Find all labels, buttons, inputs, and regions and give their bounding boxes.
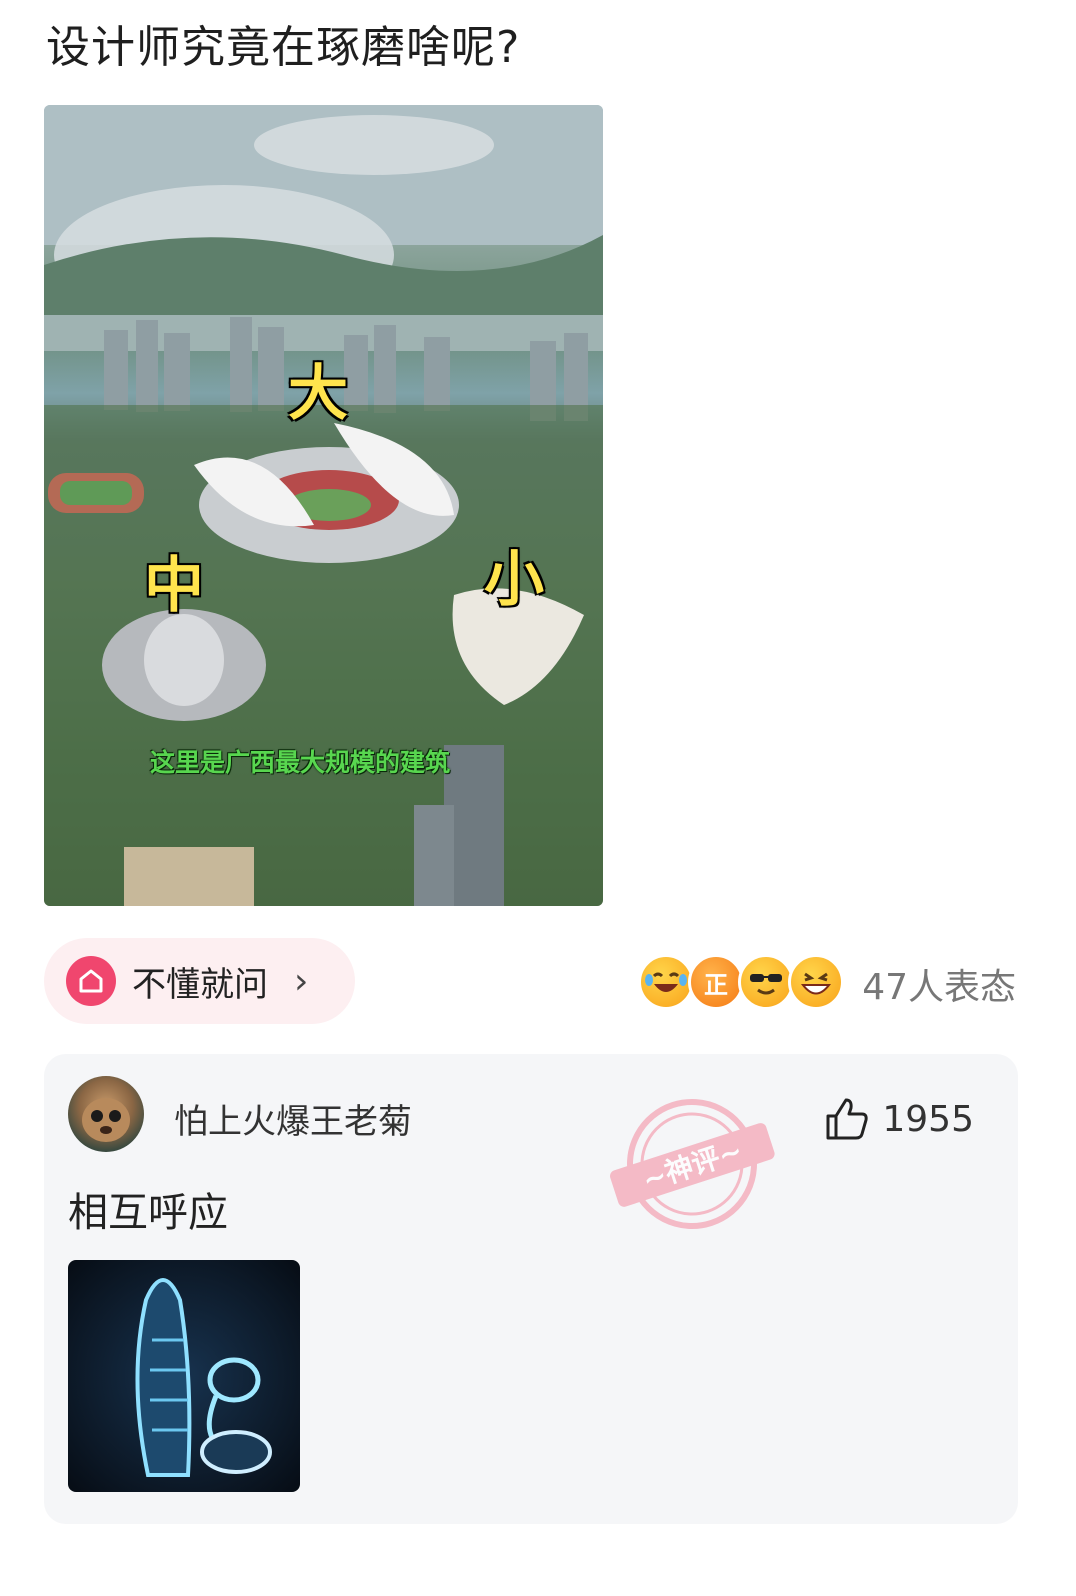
comment-text: 相互呼应 xyxy=(68,1190,228,1236)
image-caption: 这里是广西最大规模的建筑 xyxy=(150,748,451,777)
overlay-label-big: 大 xyxy=(288,359,348,429)
lit-tower-image xyxy=(135,1278,272,1477)
grinning-emoji-icon xyxy=(788,954,844,1010)
top-comment-card[interactable]: 怕上火爆王老菊 ~神评~ 1955 相互呼应 xyxy=(44,1054,1018,1524)
comment-username[interactable]: 怕上火爆王老菊 xyxy=(174,1094,412,1143)
post-image[interactable]: 大 中 小 这里是广西最大规模的建筑 xyxy=(44,105,603,906)
comment-image[interactable] xyxy=(68,1260,300,1492)
reaction-emojis[interactable]: 正 xyxy=(638,950,848,1014)
zheng-badge-text: 正 xyxy=(704,970,728,999)
thumbs-up-icon xyxy=(826,1098,869,1140)
laughing-crying-emoji-icon xyxy=(638,954,694,1010)
sunglasses-emoji-icon xyxy=(738,954,794,1010)
overlay-label-medium: 中 xyxy=(144,551,204,621)
topic-label: 不懂就问 xyxy=(132,964,268,1005)
stadium-scene xyxy=(44,105,603,906)
topic-pill[interactable]: 不懂就问 › xyxy=(44,938,355,1024)
avatar[interactable] xyxy=(68,1076,144,1152)
like-button[interactable]: 1955 xyxy=(822,1094,974,1144)
chevron-right-icon: › xyxy=(294,960,309,1002)
zheng-badge-emoji-icon: 正 xyxy=(688,954,744,1010)
reaction-count[interactable]: 47人表态 xyxy=(862,958,1016,1010)
stamp-text: ~神评~ xyxy=(638,1134,746,1197)
shenping-stamp-icon: ~神评~ xyxy=(610,1099,775,1229)
overlay-label-small: 小 xyxy=(484,545,544,615)
like-count: 1955 xyxy=(882,1098,974,1140)
post-title: 设计师究竟在琢磨啥呢? xyxy=(46,22,521,73)
home-icon xyxy=(66,956,116,1006)
